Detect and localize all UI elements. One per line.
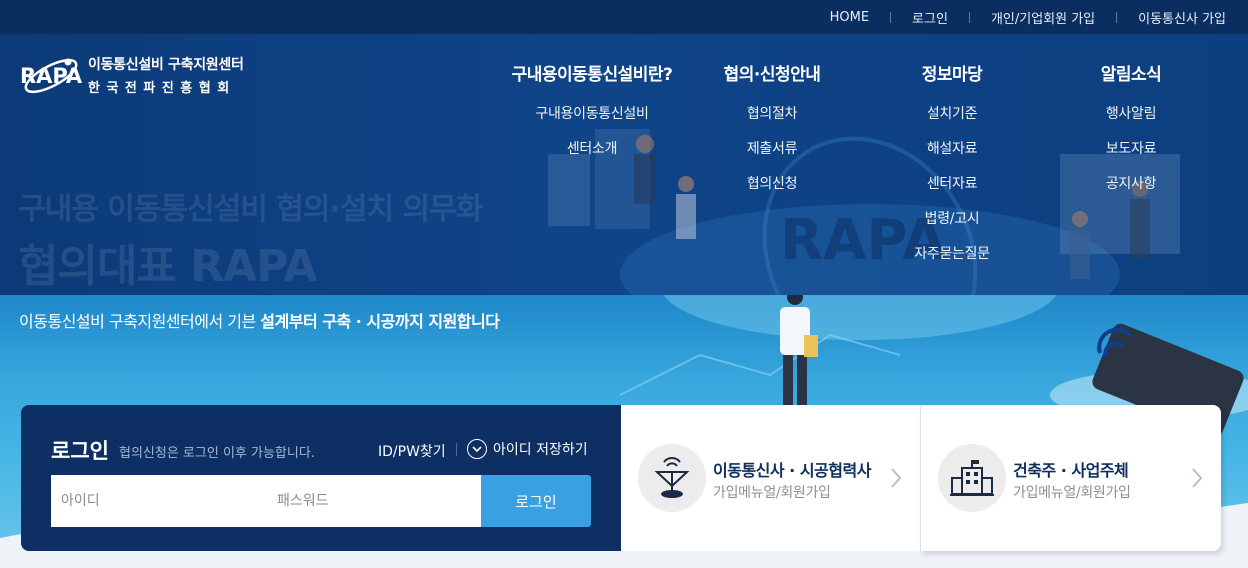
join-card-builder-subtitle: 가입메뉴얼/회원가입: [1013, 485, 1131, 501]
login-note: 협의신청은 로그인 이후 가능합니다.: [119, 446, 315, 461]
gnb-item-center-intro[interactable]: 센터소개: [502, 138, 682, 173]
save-id-checkbox[interactable]: 아이디 저장하기: [467, 439, 588, 459]
gnb-item-guides[interactable]: 해설자료: [892, 138, 1012, 173]
gnb-menu-application: 협의·신청안내 협의절차 제출서류 협의신청: [712, 60, 832, 208]
rapa-logo[interactable]: RAPA 이동통신설비 구축지원센터 한국전파진흥협회: [18, 50, 244, 100]
gnb-title-intro[interactable]: 구내용이동통신설비란?: [502, 60, 682, 85]
password-input[interactable]: [267, 475, 481, 527]
hero-ghost-title: 협의대표 RAPA: [18, 241, 317, 292]
building-icon: [938, 444, 1006, 512]
topbar-home-link[interactable]: HOME: [830, 10, 869, 25]
gnb-menu-intro: 구내용이동통신설비란? 구내용이동통신설비 센터소개: [502, 60, 682, 173]
gnb-title-info[interactable]: 정보마당: [892, 60, 1012, 85]
gnb-menu-info: 정보마당 설치기준 해설자료 센터자료 법령/고시 자주묻는질문: [892, 60, 1012, 278]
gnb-title-news[interactable]: 알림소식: [1071, 60, 1191, 85]
gnb-item-standards[interactable]: 설치기준: [892, 103, 1012, 138]
login-divider: [456, 443, 457, 456]
hero-ghost-heading: 구내용 이동통신설비 협의·설치 의무화: [18, 192, 483, 227]
save-id-label: 아이디 저장하기: [493, 442, 588, 458]
gnb-item-facility[interactable]: 구내용이동통신설비: [502, 103, 682, 138]
logo-title: 이동통신설비 구축지원센터: [88, 57, 244, 73]
gnb-item-events[interactable]: 행사알림: [1071, 103, 1191, 138]
gnb-item-faq[interactable]: 자주묻는질문: [892, 243, 1012, 278]
gnb-item-notices[interactable]: 공지사항: [1071, 173, 1191, 208]
gnb-item-documents[interactable]: 제출서류: [712, 138, 832, 173]
check-circle-icon: [467, 439, 487, 459]
logo-subtitle: 한국전파진흥협회: [88, 81, 236, 96]
top-utility-bar: HOME 로그인 개인/기업회원 가입 이동통신사 가입: [0, 0, 1248, 34]
join-card-carrier-subtitle: 가입메뉴얼/회원가입: [713, 485, 831, 501]
svg-text:RAPA: RAPA: [20, 64, 83, 88]
user-id-input[interactable]: [51, 475, 267, 527]
join-card-builder-title: 건축주 · 사업주체: [1013, 461, 1129, 480]
chevron-right-icon: [1192, 468, 1203, 488]
chevron-right-icon: [891, 468, 902, 488]
gnb-title-application[interactable]: 협의·신청안내: [712, 60, 832, 85]
topbar-login-link[interactable]: 로그인: [869, 8, 948, 27]
gnb-item-center-docs[interactable]: 센터자료: [892, 173, 1012, 208]
gnb-item-procedure[interactable]: 협의절차: [712, 103, 832, 138]
join-card-builder[interactable]: 건축주 · 사업주체 가입메뉴얼/회원가입: [921, 405, 1221, 551]
gnb-menu-news: 알림소식 행사알림 보도자료 공지사항: [1071, 60, 1191, 208]
login-button[interactable]: 로그인: [481, 475, 591, 527]
join-card-carrier-title: 이동통신사 · 시공협력사: [713, 461, 871, 480]
topbar-join-carrier-link[interactable]: 이동통신사 가입: [1095, 8, 1226, 27]
topbar-join-personal-link[interactable]: 개인/기업회원 가입: [948, 8, 1095, 27]
satellite-dish-icon: [638, 444, 706, 512]
hero-tagline: 이동통신설비 구축지원센터에서 기븐 설계부터 구축 · 시공까지 지원합니다: [19, 312, 500, 331]
login-panel: 로그인 협의신청은 로그인 이후 가능합니다. ID/PW찾기 아이디 저장하기…: [21, 405, 621, 551]
rapa-logo-icon: RAPA: [20, 58, 83, 94]
header: RAPA RAPA 이동통신설비 구축지원센터 한국전파진흥협회 구내용이동통신…: [0, 34, 1248, 295]
gnb-item-apply[interactable]: 협의신청: [712, 173, 832, 208]
find-id-pw-link[interactable]: ID/PW찾기: [378, 441, 446, 461]
login-title: 로그인: [51, 439, 109, 463]
gnb-item-press[interactable]: 보도자료: [1071, 138, 1191, 173]
join-card-carrier[interactable]: 이동통신사 · 시공협력사 가입메뉴얼/회원가입: [621, 405, 920, 551]
gnb-item-laws[interactable]: 법령/고시: [892, 208, 1012, 243]
